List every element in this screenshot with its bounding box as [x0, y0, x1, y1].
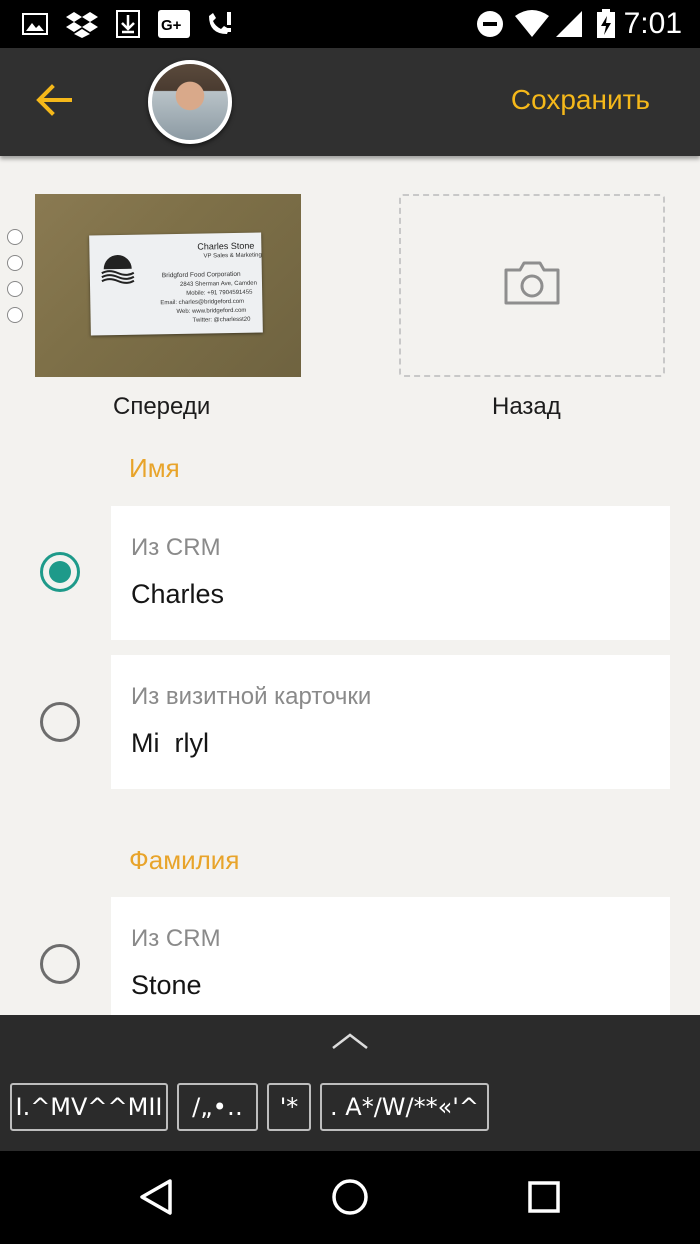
back-triangle-icon: [138, 1178, 174, 1221]
card-name: Charles Stone: [197, 240, 255, 252]
dropbox-icon: [66, 10, 98, 38]
company-logo-icon: [101, 255, 135, 284]
option-last-name-crm[interactable]: Из CRM Stone: [111, 897, 670, 1031]
option-value: Charles: [131, 579, 225, 609]
card-mobile: Mobile: +91 7904591455: [186, 289, 253, 297]
image-icon: [22, 10, 48, 38]
radio-first-name-card[interactable]: [40, 702, 80, 742]
recents-square-icon: [527, 1180, 561, 1219]
radio-first-name-crm[interactable]: [40, 552, 80, 592]
back-photo-label: Назад: [492, 393, 561, 420]
suggestion-chip[interactable]: . A*/W/**«'^: [320, 1083, 489, 1131]
nav-back-button[interactable]: [132, 1175, 180, 1223]
chevron-up-icon: [331, 1032, 369, 1055]
option-first-name-card[interactable]: Из визитной карточки Mi rlyl: [111, 655, 670, 789]
status-bar: G+ 7:01: [0, 0, 700, 48]
save-button[interactable]: Сохранить: [511, 84, 650, 116]
wifi-icon: [514, 10, 550, 38]
indicator-dot: [7, 229, 23, 245]
front-card-photo[interactable]: Charles Stone VP Sales & Marketing Bridg…: [35, 194, 301, 377]
suggestion-chip[interactable]: I.^MV^^MII: [10, 1083, 168, 1131]
battery-charging-icon: [596, 9, 616, 38]
contact-avatar[interactable]: [148, 60, 232, 144]
option-source: Из CRM: [131, 534, 221, 561]
nav-home-button[interactable]: [326, 1175, 374, 1223]
toolbar: Сохранить: [0, 48, 700, 156]
front-photo-label: Спереди: [113, 393, 211, 420]
home-circle-icon: [330, 1177, 370, 1222]
card-email: Email: charles@bridgeford.com: [160, 298, 245, 307]
suggestion-chip[interactable]: /„•‥: [177, 1083, 258, 1131]
indicator-dot: [7, 307, 23, 323]
arrow-left-icon: [36, 83, 72, 121]
indicator-dot: [7, 281, 23, 297]
suggestion-chip[interactable]: '*: [267, 1083, 311, 1131]
card-company: Bridgford Food Corporation: [161, 270, 241, 280]
status-time: 7:01: [623, 7, 682, 40]
camera-icon: [502, 260, 562, 311]
indicator-dot: [7, 255, 23, 271]
option-source: Из визитной карточки: [131, 683, 372, 710]
nav-recents-button[interactable]: [520, 1175, 568, 1223]
svg-text:G+: G+: [161, 17, 182, 34]
system-nav-bar: [0, 1151, 700, 1244]
card-address: 2843 Sherman Ave, Camden: [179, 280, 258, 288]
card-web: Web: www.bridgeford.com: [176, 307, 247, 315]
card-twitter: Twitter: @charlesst20: [192, 316, 251, 324]
do-not-disturb-icon: [475, 10, 505, 38]
google-plus-icon: G+: [158, 10, 190, 38]
ocr-suggestions-panel: I.^MV^^MII /„•‥ '* . A*/W/**«'^: [0, 1015, 700, 1151]
section-title-last-name: Фамилия: [129, 845, 240, 875]
option-source: Из CRM: [131, 925, 221, 952]
option-value: Mi rlyl: [131, 728, 209, 758]
card-title: VP Sales & Marketing: [203, 252, 262, 260]
missed-call-icon: [205, 10, 237, 38]
radio-last-name-crm[interactable]: [40, 944, 80, 984]
option-value: Stone: [131, 970, 202, 1000]
signal-icon: [555, 10, 583, 38]
expand-panel-button[interactable]: [330, 1031, 370, 1055]
back-button[interactable]: [30, 82, 78, 122]
business-card: Charles Stone VP Sales & Marketing Bridg…: [89, 232, 263, 336]
section-title-first-name: Имя: [129, 453, 180, 483]
download-icon: [116, 10, 140, 38]
back-card-photo-placeholder[interactable]: [399, 194, 665, 377]
page-indicator: [7, 229, 25, 333]
option-first-name-crm[interactable]: Из CRM Charles: [111, 506, 670, 640]
